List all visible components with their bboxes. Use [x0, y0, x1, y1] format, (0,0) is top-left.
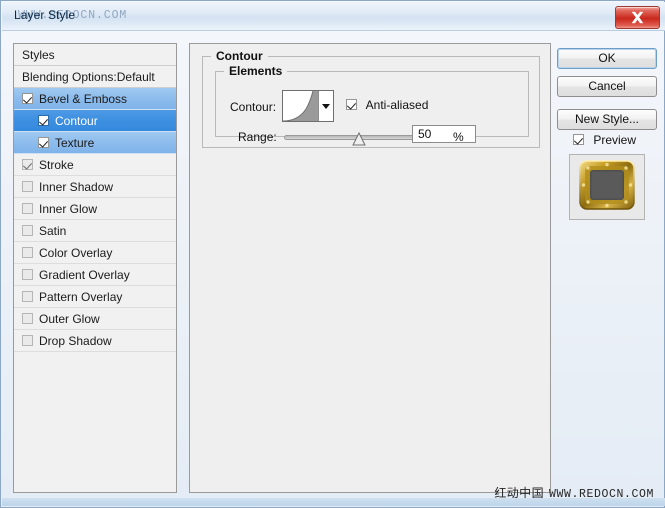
- effect-label: Drop Shadow: [39, 334, 112, 348]
- contour-field-label: Contour:: [230, 100, 277, 114]
- effect-checkbox[interactable]: [38, 137, 49, 148]
- contour-settings-panel: Contour Elements Contour: Anti-aliased R…: [189, 43, 551, 493]
- effect-row-gradient-overlay[interactable]: Gradient Overlay: [14, 264, 176, 286]
- effect-row-texture[interactable]: Texture: [14, 132, 176, 154]
- effect-label: Bevel & Emboss: [39, 92, 128, 106]
- effect-label: Outer Glow: [39, 312, 100, 326]
- effect-checkbox[interactable]: [22, 159, 33, 170]
- effect-checkbox[interactable]: [22, 181, 33, 192]
- antialiased-checkbox-box[interactable]: [346, 99, 357, 110]
- style-preview-box: [569, 154, 645, 220]
- effect-label: Gradient Overlay: [39, 268, 130, 282]
- effect-checkbox[interactable]: [22, 291, 33, 302]
- range-value-input[interactable]: 50: [412, 125, 476, 143]
- window-bottom-strip: [2, 498, 665, 506]
- layer-style-window: WWW.REDOCN.COM Layer Style Styles Blendi…: [0, 0, 665, 508]
- close-button[interactable]: [615, 6, 660, 29]
- effect-row-satin[interactable]: Satin: [14, 220, 176, 242]
- range-slider-thumb[interactable]: [352, 131, 366, 146]
- dialog-actions: OK Cancel New Style... Preview: [557, 43, 657, 493]
- effect-row-drop-shadow[interactable]: Drop Shadow: [14, 330, 176, 352]
- gold-frame-preview: [578, 159, 636, 216]
- blending-options-label: Blending Options:Default: [22, 70, 155, 84]
- effect-label: Stroke: [39, 158, 74, 172]
- effect-row-contour[interactable]: Contour: [14, 110, 176, 132]
- contour-group-title: Contour: [211, 49, 268, 63]
- effect-row-color-overlay[interactable]: Color Overlay: [14, 242, 176, 264]
- effect-label: Color Overlay: [39, 246, 113, 260]
- blending-options-row[interactable]: Blending Options:Default: [14, 66, 176, 88]
- effect-row-inner-glow[interactable]: Inner Glow: [14, 198, 176, 220]
- preview-label: Preview: [593, 133, 637, 147]
- styles-panel: Styles Blending Options:Default Bevel & …: [13, 43, 177, 493]
- elements-group-title: Elements: [224, 64, 288, 78]
- effect-label: Texture: [55, 136, 95, 150]
- effect-row-outer-glow[interactable]: Outer Glow: [14, 308, 176, 330]
- effect-label: Inner Glow: [39, 202, 98, 216]
- effect-checkbox[interactable]: [22, 269, 33, 280]
- cancel-button[interactable]: Cancel: [557, 76, 657, 97]
- contour-picker[interactable]: [282, 90, 334, 122]
- effect-checkbox[interactable]: [22, 313, 33, 324]
- effect-checkbox[interactable]: [38, 115, 49, 126]
- elements-group: Elements Contour: Anti-aliased Range: 50…: [215, 64, 529, 146]
- effect-label: Satin: [39, 224, 67, 238]
- range-slider-track[interactable]: [284, 131, 428, 146]
- effect-checkbox[interactable]: [22, 225, 33, 236]
- effect-row-stroke[interactable]: Stroke: [14, 154, 176, 176]
- effect-row-inner-shadow[interactable]: Inner Shadow: [14, 176, 176, 198]
- preview-checkbox[interactable]: Preview: [573, 133, 636, 147]
- new-style-button[interactable]: New Style...: [557, 109, 657, 130]
- layer-style-dialog-screenshot: WWW.REDOCN.COM Layer Style Styles Blendi…: [0, 0, 665, 508]
- effect-checkbox[interactable]: [22, 203, 33, 214]
- antialiased-label: Anti-aliased: [365, 98, 429, 112]
- contour-group: Contour Elements Contour: Anti-aliased R…: [202, 49, 540, 148]
- effects-list: Bevel & Emboss Contour Texture Stroke Inner …: [14, 88, 176, 352]
- title-bar[interactable]: WWW.REDOCN.COM Layer Style: [2, 2, 665, 31]
- styles-panel-header: Styles: [14, 44, 176, 66]
- effect-label: Inner Shadow: [39, 180, 114, 194]
- antialiased-checkbox[interactable]: Anti-aliased: [346, 98, 428, 112]
- effect-checkbox[interactable]: [22, 335, 33, 346]
- effect-label: Pattern Overlay: [39, 290, 123, 304]
- contour-curve-preview: [283, 91, 319, 121]
- contour-dropdown-arrow-icon[interactable]: [319, 91, 333, 121]
- effect-row-pattern-overlay[interactable]: Pattern Overlay: [14, 286, 176, 308]
- range-label: Range:: [238, 130, 277, 144]
- effect-row-bevel-emboss[interactable]: Bevel & Emboss: [14, 88, 176, 110]
- effect-checkbox[interactable]: [22, 247, 33, 258]
- effect-label: Contour: [55, 114, 98, 128]
- window-title: Layer Style: [14, 8, 76, 22]
- range-percent-label: %: [453, 130, 464, 144]
- preview-checkbox-box[interactable]: [573, 134, 584, 145]
- effect-checkbox[interactable]: [22, 93, 33, 104]
- ok-button[interactable]: OK: [557, 48, 657, 69]
